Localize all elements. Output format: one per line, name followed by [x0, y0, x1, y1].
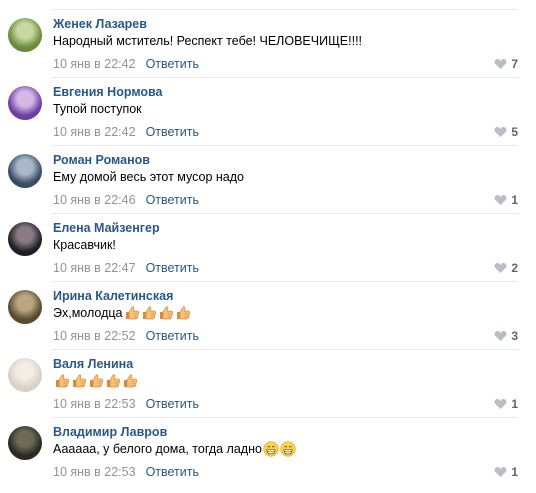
author-name-link[interactable]: Ирина Калетинская — [53, 288, 173, 304]
heart-icon — [494, 466, 507, 478]
comment-item: Владимир Лавров Аааааа, у белого дома, то… — [0, 418, 536, 486]
thumbs-up-emoji — [122, 373, 139, 389]
reply-link[interactable]: Ответить — [146, 261, 199, 275]
thumbs-up-emoji — [141, 305, 158, 321]
reply-link[interactable]: Ответить — [146, 125, 199, 139]
like-button[interactable]: 7 — [494, 56, 518, 72]
comment-date[interactable]: 10 янв в 22:46 — [53, 193, 136, 207]
author-name-link[interactable]: Евгения Нормова — [53, 84, 163, 100]
like-count: 1 — [511, 193, 518, 207]
avatar[interactable] — [8, 358, 42, 392]
avatar[interactable] — [8, 18, 42, 52]
grinning-face-emoji — [263, 441, 280, 457]
reply-link[interactable]: Ответить — [146, 397, 199, 411]
avatar[interactable] — [8, 222, 42, 256]
heart-icon — [494, 330, 507, 342]
reply-link[interactable]: Ответить — [146, 57, 199, 71]
grinning-face-emoji — [280, 441, 297, 457]
comment-list: Женек Лазарев Народный мститель! Респект … — [0, 10, 536, 486]
author-name-link[interactable]: Валя Ленина — [53, 356, 133, 372]
comment-item: Елена Майзенгер Красавчик! 10 янв в 22:47 О… — [0, 214, 536, 282]
comment-text-content: Ему домой весь этот мусор надо — [53, 170, 245, 184]
comment-text-content: Аааааа, у белого дома, тогда ладно — [53, 442, 262, 456]
like-count: 3 — [511, 329, 518, 343]
reply-link[interactable]: Ответить — [146, 465, 199, 479]
thumbs-up-emoji — [54, 373, 71, 389]
like-button[interactable]: 1 — [494, 396, 518, 412]
reply-link[interactable]: Ответить — [146, 329, 199, 343]
like-count: 5 — [511, 125, 518, 139]
comment-text: Аааааа, у белого дома, тогда ладно — [53, 441, 297, 457]
reply-link[interactable]: Ответить — [146, 193, 199, 207]
comment-meta: 10 янв в 22:52 Ответить — [53, 328, 199, 344]
thumbs-up-emoji — [71, 373, 88, 389]
comment-text: Ему домой весь этот мусор надо — [53, 169, 244, 185]
comment-meta: 10 янв в 22:47 Ответить — [53, 260, 199, 276]
comment-item: Евгения Нормова Тупой поступок 10 янв в 22… — [0, 78, 536, 146]
heart-icon — [494, 398, 507, 410]
heart-icon — [494, 126, 507, 138]
like-count: 1 — [511, 397, 518, 411]
like-button[interactable]: 2 — [494, 260, 518, 276]
comment-date[interactable]: 10 янв в 22:42 — [53, 57, 136, 71]
comment-text-content: Тупой поступок — [53, 102, 142, 116]
like-button[interactable]: 5 — [494, 124, 518, 140]
comment-text-content: Народный мститель! Респект тебе! ЧЕЛОВЕЧ… — [53, 34, 363, 48]
like-button[interactable]: 1 — [494, 464, 518, 480]
like-count: 2 — [511, 261, 518, 275]
comment-text-content: Красавчик! — [53, 238, 116, 252]
comment-date[interactable]: 10 янв в 22:53 — [53, 465, 136, 479]
comment-meta: 10 янв в 22:53 Ответить — [53, 396, 199, 412]
author-name-link[interactable]: Елена Майзенгер — [53, 220, 160, 236]
thumbs-up-emoji — [124, 305, 141, 321]
comment-date[interactable]: 10 янв в 22:42 — [53, 125, 136, 139]
like-count: 1 — [511, 465, 518, 479]
avatar[interactable] — [8, 426, 42, 460]
heart-icon — [494, 194, 507, 206]
comment-date[interactable]: 10 янв в 22:53 — [53, 397, 136, 411]
author-name-link[interactable]: Роман Романов — [53, 152, 150, 168]
heart-icon — [494, 58, 507, 70]
thumbs-up-emoji — [88, 373, 105, 389]
avatar[interactable] — [8, 154, 42, 188]
comment-text — [53, 373, 139, 389]
comment-item: Женек Лазарев Народный мститель! Респект … — [0, 10, 536, 78]
thumbs-up-emoji — [158, 305, 175, 321]
avatar[interactable] — [8, 86, 42, 120]
author-name-link[interactable]: Женек Лазарев — [53, 16, 147, 32]
like-button[interactable]: 1 — [494, 192, 518, 208]
emoji-group — [54, 373, 139, 389]
emoji-group — [263, 441, 297, 457]
comment-date[interactable]: 10 янв в 22:47 — [53, 261, 136, 275]
comment-meta: 10 янв в 22:42 Ответить — [53, 124, 199, 140]
comment-meta: 10 янв в 22:53 Ответить — [53, 464, 199, 480]
comment-date[interactable]: 10 янв в 22:52 — [53, 329, 136, 343]
comment-meta: 10 янв в 22:42 Ответить — [53, 56, 199, 72]
avatar[interactable] — [8, 290, 42, 324]
comment-item: Валя Ленина 10 янв в 22:53 Ответить 1 — [0, 350, 536, 418]
thumbs-up-emoji — [105, 373, 122, 389]
like-button[interactable]: 3 — [494, 328, 518, 344]
comment-text: Эх,молодца — [53, 305, 192, 321]
comment-text: Народный мститель! Респект тебе! ЧЕЛОВЕЧ… — [53, 33, 362, 49]
comment-text-content: Эх,молодца — [53, 306, 123, 320]
thumbs-up-emoji — [175, 305, 192, 321]
emoji-group — [124, 305, 192, 321]
comment-text: Тупой поступок — [53, 101, 142, 117]
comment-meta: 10 янв в 22:46 Ответить — [53, 192, 199, 208]
heart-icon — [494, 262, 507, 274]
comment-text: Красавчик! — [53, 237, 116, 253]
comment-item: Роман Романов Ему домой весь этот мусор н… — [0, 146, 536, 214]
author-name-link[interactable]: Владимир Лавров — [53, 424, 167, 440]
like-count: 7 — [511, 57, 518, 71]
comment-item: Ирина Калетинская Эх,молодца 10 янв в 22:5… — [0, 282, 536, 350]
